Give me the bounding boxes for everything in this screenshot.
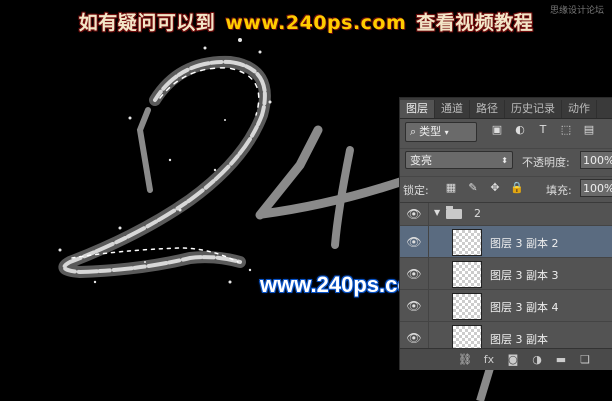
- layer-thumbnail: [452, 325, 482, 349]
- filter-row: ⌕ 类型 ▾ ▣ ◐ T ⬚ ▤: [400, 120, 612, 144]
- banner-url: www.240ps.com: [225, 12, 407, 34]
- forum-watermark: 思缘设计论坛: [549, 6, 604, 16]
- opacity-label: 不透明度:: [522, 156, 570, 169]
- chevron-down-icon[interactable]: ▼: [434, 208, 440, 217]
- layer-thumbnail: [452, 229, 482, 256]
- eye-icon[interactable]: 👁: [400, 290, 429, 321]
- eye-icon[interactable]: 👁: [400, 322, 429, 349]
- tab-actions[interactable]: 动作: [562, 100, 597, 118]
- eye-icon[interactable]: 👁: [400, 258, 429, 289]
- tab-channels[interactable]: 通道: [435, 100, 470, 118]
- group-name: 2: [474, 207, 481, 220]
- water-two: [58, 55, 271, 279]
- layer-name: 图层 3 副本 4: [490, 301, 559, 314]
- fill-label: 填充:: [546, 184, 572, 197]
- layer-group[interactable]: 👁 ▼ 2: [400, 203, 612, 226]
- layer-name: 图层 3 副本 2: [490, 237, 559, 250]
- smart-object-filter-icon[interactable]: ▤: [582, 123, 596, 137]
- layer-row[interactable]: 👁 图层 3 副本 2: [400, 226, 612, 258]
- tab-layers[interactable]: 图层: [400, 100, 435, 118]
- panel-footer: ⛓ fx ◙ ◑ ▬ ❏: [400, 348, 612, 370]
- panel-tabs: 图层 通道 路径 历史记录 动作: [400, 98, 612, 119]
- layer-name: 图层 3 副本 3: [490, 269, 559, 282]
- link-icon[interactable]: ⛓: [458, 353, 472, 367]
- lock-label: 锁定:: [403, 184, 429, 197]
- lock-pixels-icon[interactable]: ✎: [466, 181, 480, 195]
- lock-transparency-icon[interactable]: ▦: [444, 181, 458, 195]
- search-icon: ⌕: [410, 125, 417, 138]
- banner-text-right: 查看视频教程: [416, 12, 534, 34]
- layer-row[interactable]: 👁 图层 3 副本: [400, 322, 612, 349]
- type-filter-icon[interactable]: T: [536, 123, 550, 137]
- adjustment-filter-icon[interactable]: ◐: [513, 123, 527, 137]
- blend-row: 变亮 ⬍ 不透明度: 100%: [400, 148, 612, 173]
- layer-name: 图层 3 副本: [490, 333, 548, 346]
- lock-position-icon[interactable]: ✥: [488, 181, 502, 195]
- blend-mode-value: 变亮: [410, 154, 432, 167]
- filter-icons: ▣ ◐ T ⬚ ▤: [490, 123, 596, 137]
- banner-text-left: 如有疑问可以到: [78, 12, 216, 34]
- layers-panel: 图层 通道 路径 历史记录 动作 ⌕ 类型 ▾ ▣ ◐ T ⬚ ▤ 变亮 ⬍ 不透明…: [399, 97, 612, 370]
- layer-row[interactable]: 👁 图层 3 副本 3: [400, 258, 612, 290]
- tab-paths[interactable]: 路径: [470, 100, 505, 118]
- layer-filter-select[interactable]: ⌕ 类型 ▾: [405, 122, 477, 142]
- tutorial-banner: 如有疑问可以到 www.240ps.com 查看视频教程: [0, 8, 612, 35]
- adjustment-icon[interactable]: ◑: [530, 353, 544, 367]
- fx-icon[interactable]: fx: [482, 353, 496, 367]
- lock-all-icon[interactable]: 🔒: [510, 181, 524, 195]
- layer-list: 👁 ▼ 2 👁 图层 3 副本 2 👁 图层 3 副本 3 👁 图层 3 副本 …: [400, 202, 612, 349]
- layer-thumbnail: [452, 261, 482, 288]
- eye-icon[interactable]: 👁: [400, 226, 429, 257]
- lock-icons: ▦ ✎ ✥ 🔒: [444, 181, 524, 195]
- fill-input[interactable]: 100%: [580, 179, 612, 197]
- eye-icon[interactable]: 👁: [400, 203, 429, 225]
- lock-row: 锁定: ▦ ✎ ✥ 🔒 填充: 100%: [400, 176, 612, 201]
- mask-icon[interactable]: ◙: [506, 353, 520, 367]
- shape-filter-icon[interactable]: ⬚: [559, 123, 573, 137]
- filter-label: 类型: [419, 125, 442, 138]
- new-group-icon[interactable]: ▬: [554, 353, 568, 367]
- new-layer-icon[interactable]: ❏: [578, 353, 592, 367]
- layer-thumbnail: [452, 293, 482, 320]
- folder-icon: [446, 206, 462, 219]
- opacity-input[interactable]: 100%: [580, 151, 612, 169]
- layer-row[interactable]: 👁 图层 3 副本 4: [400, 290, 612, 322]
- tab-history[interactable]: 历史记录: [505, 100, 562, 118]
- pixel-filter-icon[interactable]: ▣: [490, 123, 504, 137]
- seven-stroke: [476, 366, 494, 401]
- blend-mode-select[interactable]: 变亮 ⬍: [405, 151, 513, 169]
